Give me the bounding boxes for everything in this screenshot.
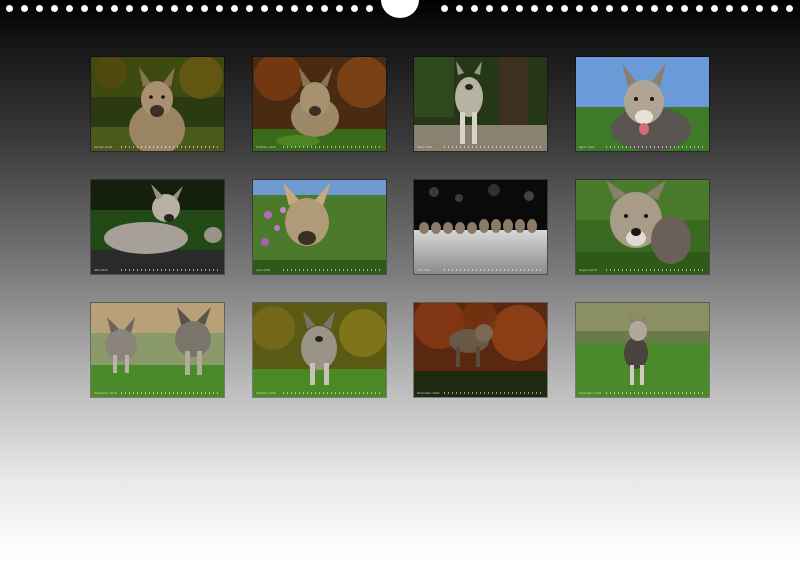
calendar-days-strip (444, 392, 543, 394)
photo-june: Juni 2018 (253, 180, 386, 274)
photo-december: Dezember 2018 (576, 303, 709, 397)
two-wolfdogs-image (91, 303, 224, 397)
month-caption: Januar 2018 (94, 145, 112, 149)
photo-november: November 2018 (414, 303, 547, 397)
photo-july: Juli 2018 (414, 180, 547, 274)
photo-april: April 2018 (576, 57, 709, 151)
calendar-days-strip (283, 146, 382, 148)
wolfdog-sitting-image (91, 57, 224, 151)
month-caption: August 2018 (579, 268, 597, 272)
month-caption: Juni 2018 (256, 268, 270, 272)
month-caption: April 2018 (579, 145, 595, 149)
wolfdog-closeup-image (576, 180, 709, 274)
photo-october: Oktober 2018 (253, 303, 386, 397)
calendar-days-strip (283, 269, 382, 271)
wolfdog-lying-image (253, 57, 386, 151)
calendar-days-strip (606, 269, 705, 271)
month-caption: November 2018 (417, 391, 440, 395)
wolfdog-walking-forest-image (414, 57, 547, 151)
wolfdog-panting-image (576, 57, 709, 151)
month-caption: Februar 2018 (256, 145, 276, 149)
wolfdog-autumn-image (414, 303, 547, 397)
photo-may: Mai 2018 (91, 180, 224, 274)
wolfdog-resting-image (91, 180, 224, 274)
month-caption: Oktober 2018 (256, 391, 276, 395)
month-preview-grid: Januar 2018 Februar 2018 März 2018 April… (0, 0, 800, 565)
photo-march: März 2018 (414, 57, 547, 151)
wolfdog-meadow-image (576, 303, 709, 397)
calendar-days-strip (444, 146, 543, 148)
photo-january: Januar 2018 (91, 57, 224, 151)
photo-september: September 2018 (91, 303, 224, 397)
calendar-days-strip (444, 269, 543, 271)
month-caption: März 2018 (417, 145, 433, 149)
month-caption: Mai 2018 (94, 268, 108, 272)
calendar-days-strip (121, 146, 220, 148)
photo-february: Februar 2018 (253, 57, 386, 151)
calendar-days-strip (283, 392, 382, 394)
wolfdog-standing-image (253, 303, 386, 397)
month-caption: Dezember 2018 (579, 391, 602, 395)
calendar-days-strip (606, 146, 705, 148)
calendar-days-strip (121, 269, 220, 271)
month-caption: September 2018 (94, 391, 117, 395)
calendar-days-strip (606, 392, 705, 394)
wolfdog-puppies-image (414, 180, 547, 274)
wolfdog-in-flowers-image (253, 180, 386, 274)
photo-august: August 2018 (576, 180, 709, 274)
calendar-days-strip (121, 392, 220, 394)
month-caption: Juli 2018 (417, 268, 431, 272)
